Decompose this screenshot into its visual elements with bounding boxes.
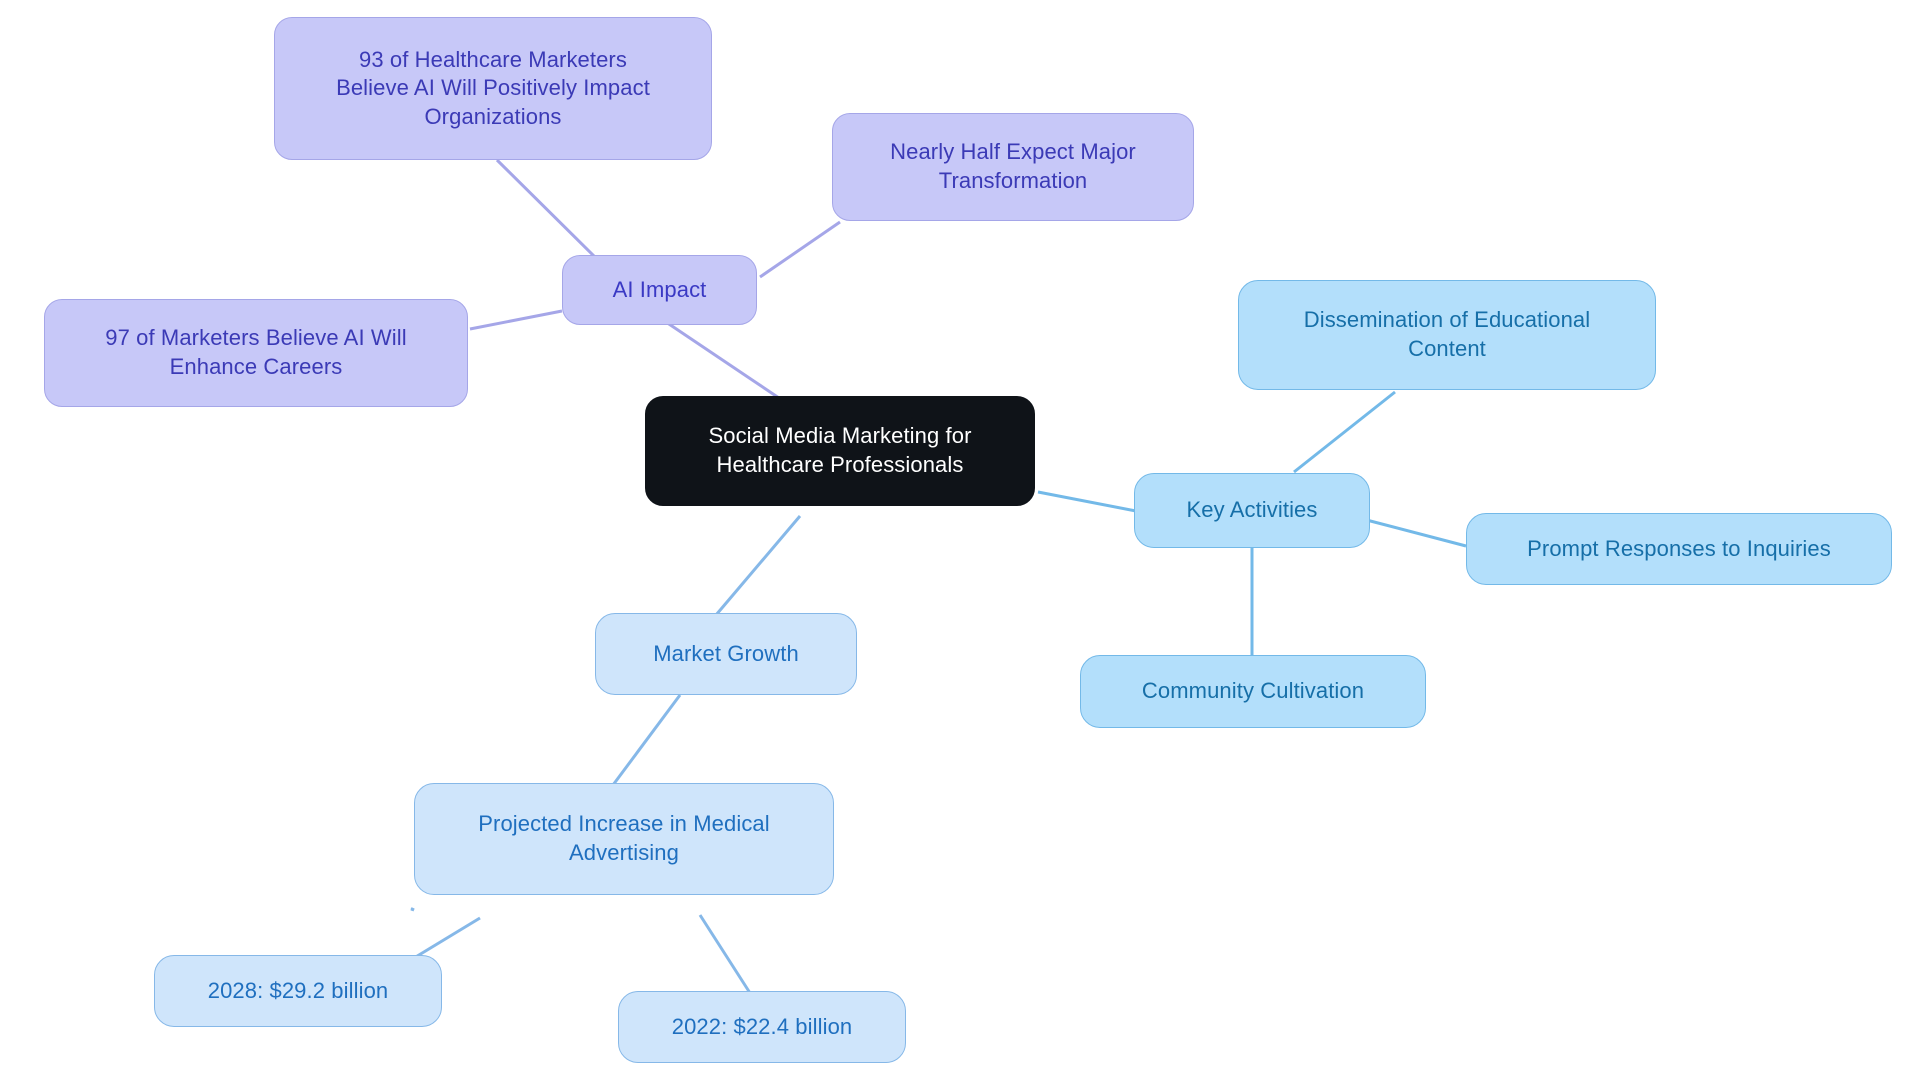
node-market-growth[interactable]: Market Growth [595, 613, 857, 695]
node-ai-impact-label: AI Impact [612, 276, 707, 302]
node-projected-increase-label: Projected Increase in Medical Advertisin… [478, 811, 770, 865]
node-community-cultivation[interactable]: Community Cultivation [1080, 655, 1426, 728]
edge-root-to-ai-impact [662, 318, 780, 400]
node-root[interactable]: Social Media Marketing for Healthcare Pr… [645, 396, 1035, 506]
mindmap-canvas: Social Media Marketing for Healthcare Pr… [0, 0, 1920, 1083]
edge-key-activities-to-dissemination [1293, 390, 1396, 474]
edge-ai-impact-to-transformation [759, 220, 841, 279]
edge-market-growth-to-projected [611, 694, 682, 786]
node-dissemination-label: Dissemination of Educational Content [1303, 307, 1591, 361]
node-projected-increase[interactable]: Projected Increase in Medical Advertisin… [414, 783, 834, 895]
edge-projected-to-2022-line [698, 914, 752, 994]
node-key-activities[interactable]: Key Activities [1134, 473, 1370, 548]
edge-root-to-market-growth [714, 515, 802, 616]
node-2028-value[interactable]: 2028: $29.2 billion [154, 955, 442, 1027]
node-market-growth-label: Market Growth [653, 640, 799, 666]
node-ai-impact-transformation-label: Nearly Half Expect Major Transformation [890, 139, 1136, 193]
node-2022-value[interactable]: 2022: $22.4 billion [618, 991, 906, 1063]
edge-key-activities-to-prompt-responses [1354, 515, 1467, 548]
node-dissemination[interactable]: Dissemination of Educational Content [1238, 280, 1656, 390]
node-ai-impact-transformation[interactable]: Nearly Half Expect Major Transformation [832, 113, 1194, 221]
node-ai-impact[interactable]: AI Impact [562, 255, 757, 325]
node-root-label: Social Media Marketing for Healthcare Pr… [708, 423, 972, 477]
edge-ai-impact-to-97 [469, 309, 563, 331]
node-prompt-responses-label: Prompt Responses to Inquiries [1527, 535, 1831, 561]
node-ai-impact-97[interactable]: 97 of Marketers Believe AI Will Enhance … [44, 299, 468, 407]
node-ai-impact-93-label: 93 of Healthcare Marketers Believe AI Wi… [336, 46, 650, 129]
node-community-cultivation-label: Community Cultivation [1141, 678, 1365, 704]
node-2028-value-label: 2028: $29.2 billion [207, 977, 389, 1003]
edge-ai-impact-to-93 [495, 158, 602, 264]
node-2022-value-label: 2022: $22.4 billion [671, 1013, 853, 1039]
node-ai-impact-93[interactable]: 93 of Healthcare Marketers Believe AI Wi… [274, 17, 712, 160]
edge-root-to-key-activities [1037, 490, 1137, 513]
node-ai-impact-97-label: 97 of Marketers Believe AI Will Enhance … [105, 325, 407, 379]
node-key-activities-label: Key Activities [1186, 497, 1318, 523]
edge-projected-to-2028-line [413, 916, 481, 960]
node-prompt-responses[interactable]: Prompt Responses to Inquiries [1466, 513, 1892, 585]
edge-projected-to-2028 [410, 907, 415, 912]
